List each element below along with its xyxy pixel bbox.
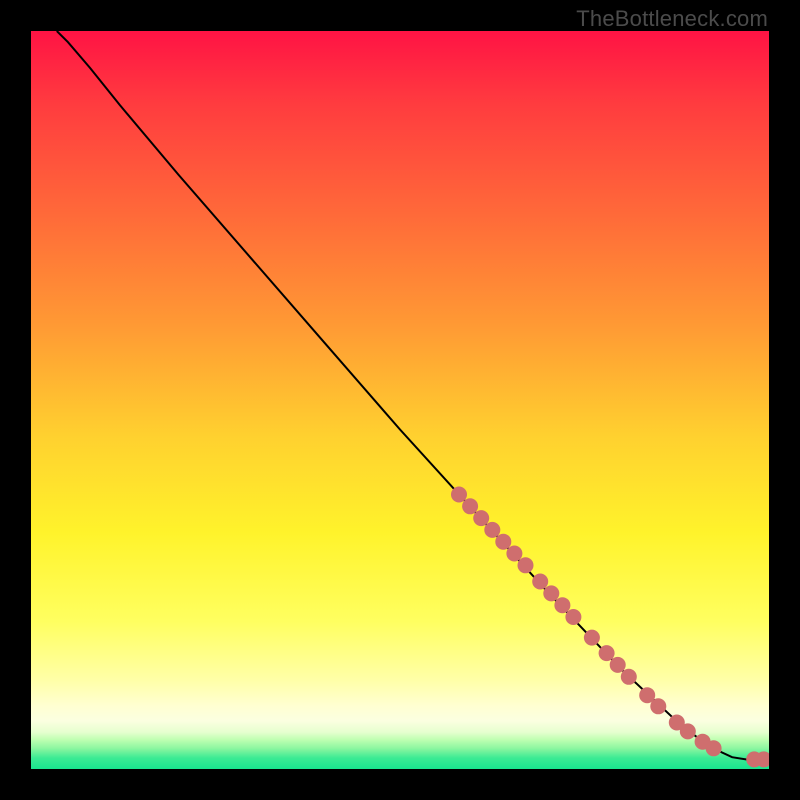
- data-point: [473, 510, 489, 526]
- data-point: [554, 597, 570, 613]
- data-point: [518, 557, 534, 573]
- data-point: [484, 522, 500, 538]
- data-point: [543, 585, 559, 601]
- data-point: [584, 630, 600, 646]
- plot-area: [31, 31, 769, 769]
- data-point: [610, 657, 626, 673]
- data-point: [706, 740, 722, 756]
- data-point: [451, 487, 467, 503]
- data-point: [650, 698, 666, 714]
- chart-svg: [31, 31, 769, 769]
- data-point: [565, 609, 581, 625]
- highlight-dots: [451, 487, 769, 768]
- data-point: [599, 645, 615, 661]
- watermark-text: TheBottleneck.com: [576, 6, 768, 32]
- data-point: [462, 498, 478, 514]
- data-point: [532, 574, 548, 590]
- data-point: [506, 546, 522, 562]
- data-point: [495, 534, 511, 550]
- curve-line: [57, 31, 769, 760]
- chart-canvas: TheBottleneck.com: [0, 0, 800, 800]
- data-point: [621, 669, 637, 685]
- data-point: [680, 723, 696, 739]
